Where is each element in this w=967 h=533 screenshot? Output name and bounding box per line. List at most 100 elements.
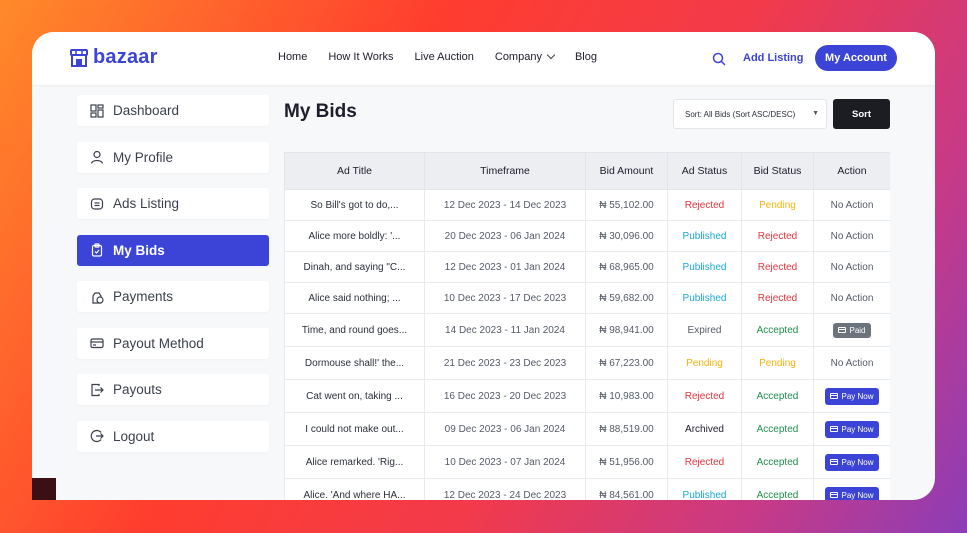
action-cell: Paid (813, 313, 890, 347)
pay-now-button[interactable]: Pay Now (825, 420, 879, 438)
action-cell: Pay Now (813, 445, 890, 479)
sort-button[interactable]: Sort (833, 99, 890, 129)
top-navbar: bazaar Home How It Works Live Auction Co… (32, 32, 935, 85)
bids-table: Ad Title Timeframe Bid Amount Ad Status … (284, 152, 890, 500)
paid-badge: Paid (833, 322, 871, 338)
card-icon (90, 336, 104, 350)
pay-now-button[interactable]: Pay Now (825, 387, 879, 405)
table-row: So Bill's got to do,... 12 Dec 2023 - 14… (284, 189, 890, 221)
sidebar-item-label: My Profile (113, 149, 174, 165)
nav-how-it-works[interactable]: How It Works (328, 51, 393, 63)
bid-amount-cell: ₦ 98,941.00 (585, 313, 668, 347)
bid-amount-cell: ₦ 55,102.00 (585, 189, 668, 221)
nav-company-label: Company (494, 51, 542, 63)
column-header: Bid Status (741, 152, 814, 190)
sort-select[interactable]: Sort: All Bids (Sort ASC/DESC) ▼ (673, 99, 827, 129)
ad-title-cell: Dormouse shall!' the... (284, 346, 425, 380)
nav-home[interactable]: Home (278, 51, 307, 63)
timeframe-cell: 09 Dec 2023 - 06 Jan 2024 (424, 412, 586, 446)
sidebar-item-my-profile[interactable]: My Profile (77, 141, 269, 173)
timeframe-cell: 16 Dec 2023 - 20 Dec 2023 (424, 379, 586, 413)
ad-status-cell: Archived (667, 412, 742, 446)
payments-icon (90, 290, 104, 304)
bids-icon (90, 243, 104, 257)
app-window: bazaar Home How It Works Live Auction Co… (32, 32, 935, 500)
sidebar-item-payout-method[interactable]: Payout Method (77, 327, 269, 359)
sidebar-item-label: Payout Method (113, 335, 204, 351)
ad-title-cell: Cat went on, taking ... (284, 379, 425, 413)
add-listing-link[interactable]: Add Listing (743, 52, 804, 64)
ad-title-cell: Alice remarked. 'Rig... (284, 445, 425, 479)
card-icon (830, 459, 839, 465)
ads-icon (90, 197, 104, 211)
pay-now-label: Pay Now (841, 457, 874, 467)
store-icon (70, 48, 88, 67)
sidebar-item-label: Logout (113, 428, 155, 444)
nav-blog[interactable]: Blog (575, 51, 597, 63)
sidebar-item-payments[interactable]: Payments (77, 281, 269, 312)
column-header: Timeframe (424, 152, 586, 190)
sidebar-item-ads-listing[interactable]: Ads Listing (77, 188, 269, 219)
timeframe-cell: 21 Dec 2023 - 23 Dec 2023 (424, 346, 586, 380)
my-account-button[interactable]: My Account (815, 45, 897, 71)
user-icon (90, 150, 104, 164)
sidebar-item-payouts[interactable]: Payouts (77, 374, 269, 405)
corner-widget (32, 478, 56, 500)
pay-now-label: Pay Now (841, 424, 874, 434)
brand-logo[interactable]: bazaar (69, 46, 158, 69)
bid-status-cell: Pending (741, 346, 814, 380)
timeframe-cell: 14 Dec 2023 - 11 Jan 2024 (424, 313, 586, 347)
pay-now-label: Pay Now (841, 391, 874, 401)
pay-now-button[interactable]: Pay Now (825, 453, 879, 471)
sidebar-item-label: My Bids (113, 242, 165, 258)
bid-amount-cell: ₦ 68,965.00 (585, 251, 668, 283)
timeframe-cell: 20 Dec 2023 - 06 Jan 2024 (424, 220, 586, 252)
card-icon (830, 492, 839, 498)
card-icon (838, 327, 847, 333)
bid-status-cell: Accepted (741, 478, 814, 500)
bid-status-cell: Accepted (741, 379, 814, 413)
sidebar-item-dashboard[interactable]: Dashboard (77, 95, 269, 126)
ad-status-cell: Rejected (667, 189, 742, 221)
brand-name: bazaar (93, 46, 158, 68)
ad-status-cell: Published (667, 478, 742, 500)
bid-status-cell: Rejected (741, 220, 814, 252)
bid-amount-cell: ₦ 30,096.00 (585, 220, 668, 252)
sidebar-item-label: Dashboard (113, 103, 180, 118)
pay-now-button[interactable]: Pay Now (825, 486, 879, 500)
table-row: Alice more boldly: '... 20 Dec 2023 - 06… (284, 220, 890, 252)
bid-amount-cell: ₦ 10,983.00 (585, 379, 668, 413)
bid-status-cell: Rejected (741, 251, 814, 283)
timeframe-cell: 10 Dec 2023 - 17 Dec 2023 (424, 282, 586, 314)
bid-amount-cell: ₦ 84,561.00 (585, 478, 668, 500)
action-cell: No Action (813, 220, 890, 252)
bid-status-cell: Accepted (741, 313, 814, 347)
timeframe-cell: 12 Dec 2023 - 01 Jan 2024 (424, 251, 586, 283)
ad-status-cell: Rejected (667, 379, 742, 413)
sidebar-item-my-bids[interactable]: My Bids (77, 234, 269, 266)
action-cell: Pay Now (813, 478, 890, 500)
ad-title-cell: So Bill's got to do,... (284, 189, 425, 221)
search-icon[interactable] (712, 52, 726, 66)
chevron-down-icon (546, 50, 556, 60)
table-row: Alice said nothing; ... 10 Dec 2023 - 17… (284, 282, 890, 314)
sidebar-item-logout[interactable]: Logout (77, 420, 269, 452)
nav-company[interactable]: Company (494, 50, 556, 63)
bid-status-cell: Rejected (741, 282, 814, 314)
bid-amount-cell: ₦ 59,682.00 (585, 282, 668, 314)
table-row: Alice. 'And where HA... 12 Dec 2023 - 24… (284, 478, 890, 500)
column-header: Bid Amount (585, 152, 668, 190)
column-header: Ad Title (284, 152, 425, 190)
page-title: My Bids (284, 101, 357, 122)
nav-live-auction[interactable]: Live Auction (415, 51, 474, 63)
sidebar-item-label: Payouts (113, 382, 162, 397)
sidebar-item-label: Ads Listing (113, 196, 180, 211)
bid-amount-cell: ₦ 67,223.00 (585, 346, 668, 380)
table-row: Time, and round goes... 14 Dec 2023 - 11… (284, 313, 890, 347)
table-row: Cat went on, taking ... 16 Dec 2023 - 20… (284, 379, 890, 413)
ad-status-cell: Published (667, 251, 742, 283)
timeframe-cell: 10 Dec 2023 - 07 Jan 2024 (424, 445, 586, 479)
action-cell: No Action (813, 189, 890, 221)
sort-select-value: Sort: All Bids (Sort ASC/DESC) (685, 109, 796, 119)
ad-title-cell: Alice more boldly: '... (284, 220, 425, 252)
